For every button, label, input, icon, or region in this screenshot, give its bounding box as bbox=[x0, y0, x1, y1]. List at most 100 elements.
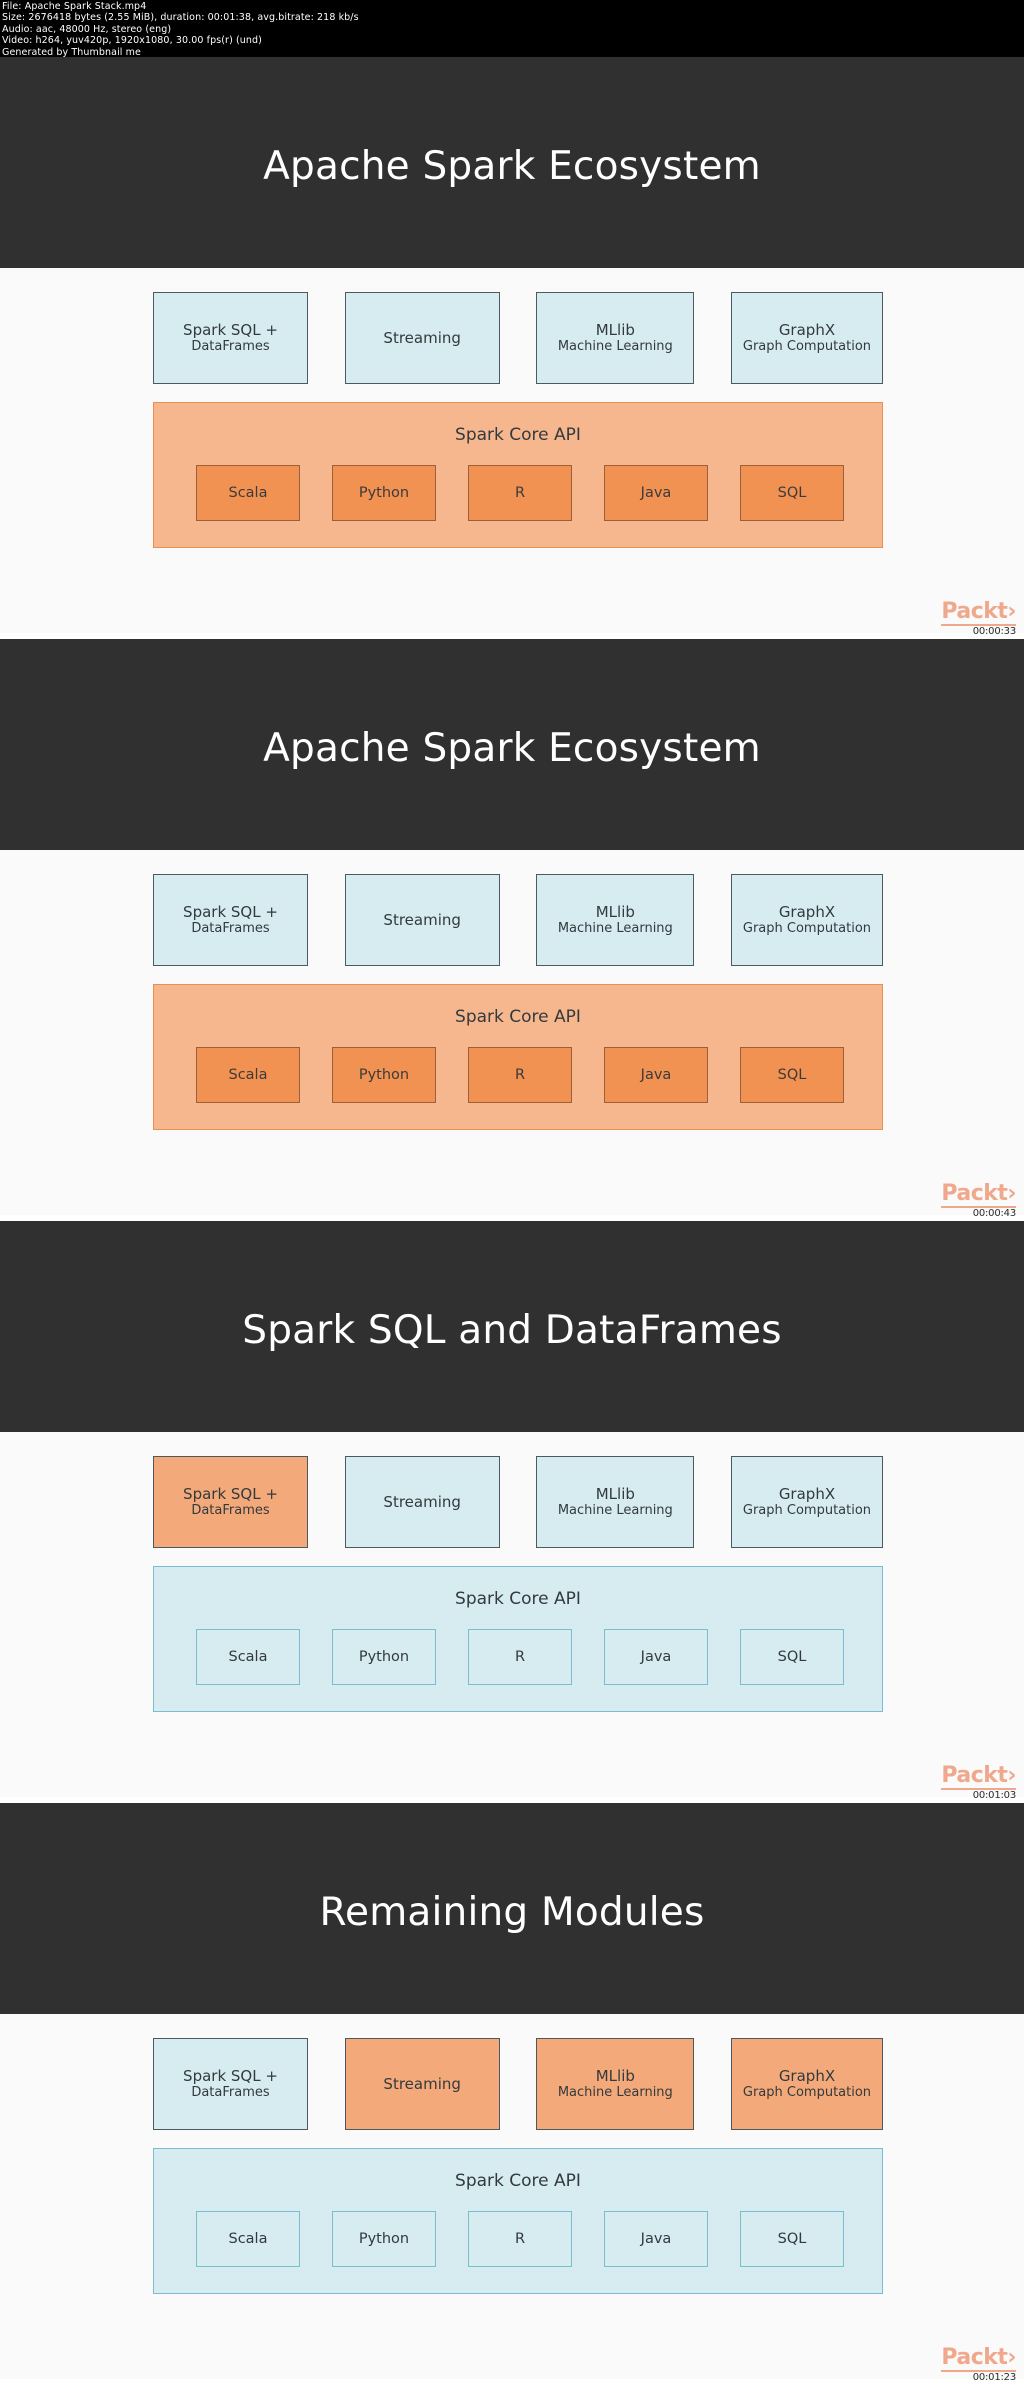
language-box[interactable]: Python bbox=[332, 1629, 436, 1685]
slide-content: Remaining Modules Spark SQL + DataFrames St… bbox=[0, 1803, 1024, 2379]
language-box[interactable]: Java bbox=[604, 2211, 708, 2267]
module-box[interactable]: Streaming bbox=[344, 292, 500, 384]
module-row: Spark SQL + DataFrames Streaming MLlib Machi… bbox=[153, 874, 883, 966]
module-box[interactable]: MLlib Machine Learning bbox=[536, 1456, 695, 1548]
slide-content: Apache Spark Ecosystem Spark SQL + DataFra… bbox=[0, 57, 1024, 633]
packt-watermark: Packt› 00:00:43 bbox=[856, 1183, 1016, 1219]
module-subtitle: Graph Computation bbox=[742, 921, 872, 937]
module-title: MLlib bbox=[595, 902, 635, 921]
language-box[interactable]: Scala bbox=[196, 2211, 300, 2267]
video-thumbnail-frame: Apache Spark Ecosystem Spark SQL + DataFra… bbox=[0, 57, 1024, 639]
slide-diagram: Spark SQL + DataFrames Streaming MLlib Machi… bbox=[0, 268, 1024, 633]
language-box[interactable]: Java bbox=[604, 1629, 708, 1685]
module-box[interactable]: Spark SQL + DataFrames bbox=[153, 292, 308, 384]
language-box[interactable]: Python bbox=[332, 1047, 436, 1103]
module-subtitle: Machine Learning bbox=[557, 2085, 673, 2101]
module-title: Spark SQL + bbox=[183, 320, 278, 339]
packt-logo: Packt› bbox=[941, 1181, 1016, 1208]
slide-title: Apache Spark Ecosystem bbox=[263, 144, 761, 189]
module-box[interactable]: MLlib Machine Learning bbox=[536, 292, 695, 384]
spark-core-panel[interactable]: Spark Core API Scala Python R Java SQL bbox=[153, 1566, 883, 1712]
module-box[interactable]: Spark SQL + DataFrames bbox=[153, 2038, 308, 2130]
slide-title: Spark SQL and DataFrames bbox=[242, 1308, 782, 1353]
module-box[interactable]: GraphX Graph Computation bbox=[730, 2038, 883, 2130]
info-line-size: Size: 2676418 bytes (2.55 MiB), duration… bbox=[2, 12, 359, 24]
module-subtitle: Machine Learning bbox=[557, 339, 673, 355]
module-box[interactable]: Streaming bbox=[344, 2038, 500, 2130]
slide-title: Apache Spark Ecosystem bbox=[263, 726, 761, 771]
module-title: Spark SQL + bbox=[183, 1484, 278, 1503]
packt-watermark: Packt› 00:00:33 bbox=[856, 601, 1016, 637]
module-title: Spark SQL + bbox=[183, 902, 278, 921]
module-subtitle: Graph Computation bbox=[742, 2085, 872, 2101]
module-row: Spark SQL + DataFrames Streaming MLlib Machi… bbox=[153, 2038, 883, 2130]
module-title: Streaming bbox=[383, 2074, 461, 2093]
module-title: Spark SQL + bbox=[183, 2066, 278, 2085]
module-box[interactable]: GraphX Graph Computation bbox=[730, 874, 883, 966]
language-box[interactable]: Java bbox=[604, 465, 708, 521]
slide-diagram: Spark SQL + DataFrames Streaming MLlib Machi… bbox=[0, 850, 1024, 1215]
thumbnail-contact-sheet: Apache Spark Ecosystem Spark SQL + DataFra… bbox=[0, 57, 1024, 2385]
module-subtitle: Machine Learning bbox=[557, 1503, 673, 1519]
module-title: GraphX bbox=[778, 320, 836, 339]
info-line-audio: Audio: aac, 48000 Hz, stereo (eng) bbox=[2, 23, 172, 35]
module-title: GraphX bbox=[778, 902, 836, 921]
slide-title-band: Remaining Modules bbox=[0, 1803, 1024, 2014]
language-box[interactable]: Scala bbox=[196, 1047, 300, 1103]
module-subtitle: DataFrames bbox=[191, 1503, 270, 1519]
packt-watermark: Packt› 00:01:23 bbox=[856, 2347, 1016, 2383]
language-box[interactable]: R bbox=[468, 465, 572, 521]
language-box[interactable]: SQL bbox=[740, 2211, 844, 2267]
language-box[interactable]: SQL bbox=[740, 1047, 844, 1103]
slide-diagram: Spark SQL + DataFrames Streaming MLlib Machi… bbox=[0, 1432, 1024, 1797]
language-box[interactable]: SQL bbox=[740, 1629, 844, 1685]
module-title: MLlib bbox=[595, 2066, 635, 2085]
language-box[interactable]: SQL bbox=[740, 465, 844, 521]
language-box[interactable]: Java bbox=[604, 1047, 708, 1103]
module-box[interactable]: Spark SQL + DataFrames bbox=[153, 1456, 308, 1548]
language-box[interactable]: Python bbox=[332, 465, 436, 521]
module-box[interactable]: MLlib Machine Learning bbox=[536, 874, 695, 966]
language-box[interactable]: R bbox=[468, 1047, 572, 1103]
module-box[interactable]: Spark SQL + DataFrames bbox=[153, 874, 308, 966]
slide-title-band: Apache Spark Ecosystem bbox=[0, 57, 1024, 268]
language-box[interactable]: R bbox=[468, 2211, 572, 2267]
spark-core-title: Spark Core API bbox=[455, 1007, 581, 1027]
video-thumbnail-frame: Apache Spark Ecosystem Spark SQL + DataFra… bbox=[0, 639, 1024, 1221]
spark-core-title: Spark Core API bbox=[455, 425, 581, 445]
spark-core-panel[interactable]: Spark Core API Scala Python R Java SQL bbox=[153, 2148, 883, 2294]
slide-content: Apache Spark Ecosystem Spark SQL + DataFra… bbox=[0, 639, 1024, 1215]
frame-timestamp: 00:01:03 bbox=[972, 1790, 1017, 1801]
language-box[interactable]: Scala bbox=[196, 1629, 300, 1685]
info-line-video: Video: h264, yuv420p, 1920x1080, 30.00 f… bbox=[2, 35, 262, 47]
module-subtitle: Graph Computation bbox=[742, 339, 872, 355]
packt-watermark: Packt› 00:01:03 bbox=[856, 1765, 1016, 1801]
slide-title-band: Apache Spark Ecosystem bbox=[0, 639, 1024, 850]
module-row: Spark SQL + DataFrames Streaming MLlib Machi… bbox=[153, 1456, 883, 1548]
language-box[interactable]: Python bbox=[332, 2211, 436, 2267]
module-subtitle: Graph Computation bbox=[742, 1503, 872, 1519]
module-box[interactable]: Streaming bbox=[344, 1456, 500, 1548]
spark-core-panel[interactable]: Spark Core API Scala Python R Java SQL bbox=[153, 402, 883, 548]
module-box[interactable]: MLlib Machine Learning bbox=[536, 2038, 695, 2130]
language-box[interactable]: Scala bbox=[196, 465, 300, 521]
spark-core-title: Spark Core API bbox=[455, 2171, 581, 2191]
language-box[interactable]: R bbox=[468, 1629, 572, 1685]
module-box[interactable]: GraphX Graph Computation bbox=[730, 292, 883, 384]
language-row: Scala Python R Java SQL bbox=[196, 1629, 844, 1685]
language-row: Scala Python R Java SQL bbox=[196, 465, 844, 521]
module-title: GraphX bbox=[778, 2066, 836, 2085]
module-row: Spark SQL + DataFrames Streaming MLlib Machi… bbox=[153, 292, 883, 384]
frame-timestamp: 00:00:33 bbox=[972, 626, 1017, 637]
spark-core-panel[interactable]: Spark Core API Scala Python R Java SQL bbox=[153, 984, 883, 1130]
module-box[interactable]: GraphX Graph Computation bbox=[730, 1456, 883, 1548]
packt-logo: Packt› bbox=[941, 2345, 1016, 2372]
video-info-header: File: Apache Spark Stack.mp4 Size: 26764… bbox=[0, 0, 1024, 58]
module-title: MLlib bbox=[595, 1484, 635, 1503]
slide-diagram: Spark SQL + DataFrames Streaming MLlib Machi… bbox=[0, 2014, 1024, 2379]
packt-logo: Packt› bbox=[941, 599, 1016, 626]
module-subtitle: DataFrames bbox=[191, 921, 270, 937]
language-row: Scala Python R Java SQL bbox=[196, 2211, 844, 2267]
module-subtitle: Machine Learning bbox=[557, 921, 673, 937]
module-box[interactable]: Streaming bbox=[344, 874, 500, 966]
